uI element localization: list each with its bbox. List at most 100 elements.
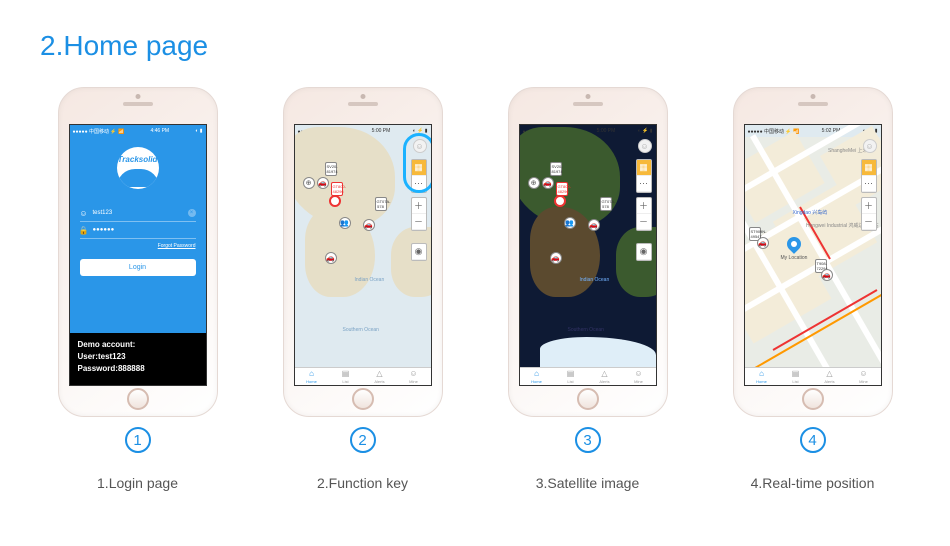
user-icon: ☺ [80,209,88,217]
screen-satellite-map[interactable]: ●●●●● 中国移动 ⚡ 📶 5:00 PM ◐ ⚡ ▮ Indian Ocea… [519,124,657,386]
status-time: 5:00 PM [597,128,616,134]
step-number-2: 2 [350,427,376,453]
tab-bar: ⌂Home ▤List △Alerts ☺Mine [295,367,431,385]
device-pin[interactable]: 🚗 [550,252,562,264]
locate-control: ◉ [636,243,652,261]
device-label[interactable]: GT07A-578 [375,197,387,211]
tab-mine[interactable]: ☺Mine [397,368,431,385]
password-field[interactable]: 🔒 ●●●●●● [80,222,196,239]
screen-login: ●●●●● 中国移动 ⚡ 📶 4:46 PM ◐ ▮ Tracksolid ☺ … [69,124,207,386]
tab-alerts[interactable]: △Alerts [363,368,397,385]
device-pin[interactable]: ⊕ [528,177,540,189]
device-pin[interactable]: 👥 [564,217,576,229]
zoom-controls: ＋ － [861,197,877,231]
demo-line3: Password:888888 [78,363,198,375]
username-field[interactable]: ☺ test123 × [80,205,196,222]
person-icon: ☺ [859,370,867,378]
list-icon: ▤ [342,370,350,378]
locate-control: ◉ [411,243,427,261]
forgot-password-link[interactable]: Forgot Password [80,243,196,249]
zoom-out-button[interactable]: － [862,214,876,230]
login-button[interactable]: Login [80,259,196,276]
section-title: 2.Home page [40,30,910,62]
device-pin[interactable]: 👥 [339,217,351,229]
tab-home[interactable]: ⌂Home [745,368,779,385]
ocean-label: Indian Ocean [355,277,385,283]
bell-icon: △ [376,370,382,378]
tab-list[interactable]: ▤List [554,368,588,385]
status-battery: ◐ ⚡ ▮ [413,128,428,134]
poi-label: Xingdao 兴岛屿 [793,209,828,216]
device-pin[interactable]: 🚗 [542,177,554,189]
phone-camera-dot [810,94,815,99]
demo-line2: User:test123 [78,351,198,363]
tab-mine[interactable]: ☺Mine [622,368,656,385]
status-time: 5:00 PM [372,128,391,134]
list-icon: ▤ [792,370,800,378]
phone-frame: ●●●●● 中国移动 ⚡ 📶 5:00 PM ◐ ⚡ ▮ Indian Ocea… [283,87,443,417]
phone-frame: ●●●●● 中国移动 ⚡ 📶 5:02 PM ◐ ⚡ ▮ [733,87,893,417]
tab-list[interactable]: ▤List [329,368,363,385]
person-icon: ☺ [634,370,642,378]
profile-avatar[interactable]: ☺ [413,139,427,153]
tab-alerts[interactable]: △Alerts [813,368,847,385]
status-carrier: ●●●●● 中国移动 ⚡ 📶 [73,128,125,135]
zoom-in-button[interactable]: ＋ [862,198,876,214]
tab-mine[interactable]: ☺Mine [847,368,881,385]
device-label[interactable]: GT800-48296 [556,182,568,196]
tab-list[interactable]: ▤List [779,368,813,385]
layers-button[interactable]: ▦ [412,160,426,176]
layers-button[interactable]: ▦ [637,160,651,176]
app-logo [117,147,159,189]
col-login: ●●●●● 中国移动 ⚡ 📶 4:46 PM ◐ ▮ Tracksolid ☺ … [48,87,228,491]
locate-button[interactable]: ◉ [637,244,651,260]
tab-alerts[interactable]: △Alerts [588,368,622,385]
col-satellite: ●●●●● 中国移动 ⚡ 📶 5:00 PM ◐ ⚡ ▮ Indian Ocea… [498,87,678,491]
phone-camera-dot [135,94,140,99]
profile-avatar[interactable]: ☺ [638,139,652,153]
tab-home[interactable]: ⌂Home [295,368,329,385]
caption-1: 1.Login page [97,475,178,491]
device-pin[interactable]: 🚗 [588,219,600,231]
device-pin[interactable]: 🚗 [821,269,833,281]
layers-button[interactable]: ▦ [862,160,876,176]
home-button[interactable] [127,388,149,410]
col-realtime: ●●●●● 中国移动 ⚡ 📶 5:02 PM ◐ ⚡ ▮ [723,87,903,491]
caption-4: 4.Real-time position [751,475,875,491]
info-button[interactable]: ⋯ [862,176,876,192]
map-controls: ▦ ⋯ [861,159,877,193]
locate-button[interactable]: ◉ [412,244,426,260]
zoom-out-button[interactable]: － [412,214,426,230]
phone-speaker [348,102,378,106]
device-label[interactable]: GT800-48296 [331,182,343,196]
home-icon: ⌂ [534,370,539,378]
device-pin[interactable]: ⊕ [303,177,315,189]
device-label[interactable]: SV20-81974 [325,162,337,176]
zoom-in-button[interactable]: ＋ [412,198,426,214]
ocean-label: Indian Ocean [580,277,610,283]
list-icon: ▤ [567,370,575,378]
phone-speaker [123,102,153,106]
screen-street-map[interactable]: ●●●●● 中国移动 ⚡ 📶 5:02 PM ◐ ⚡ ▮ [744,124,882,386]
screen-world-map[interactable]: ●●●●● 中国移动 ⚡ 📶 5:00 PM ◐ ⚡ ▮ Indian Ocea… [294,124,432,386]
info-button[interactable]: ⋯ [412,176,426,192]
target-pin[interactable] [329,195,341,207]
home-button[interactable] [577,388,599,410]
device-label[interactable]: GT07A-578 [600,197,612,211]
device-pin[interactable]: 🚗 [363,219,375,231]
tab-home[interactable]: ⌂Home [520,368,554,385]
device-pin[interactable]: 🚗 [317,177,329,189]
profile-avatar[interactable]: ☺ [863,139,877,153]
clear-icon[interactable]: × [188,209,196,217]
zoom-out-button[interactable]: － [637,214,651,230]
info-button[interactable]: ⋯ [637,176,651,192]
device-pin[interactable]: 🚗 [325,252,337,264]
target-pin[interactable] [554,195,566,207]
username-value: test123 [93,210,183,216]
device-label[interactable]: SV20-81974 [550,162,562,176]
device-pin[interactable]: 🚗 [757,237,769,249]
zoom-in-button[interactable]: ＋ [637,198,651,214]
demo-line1: Demo account: [78,339,198,351]
home-button[interactable] [802,388,824,410]
home-button[interactable] [352,388,374,410]
